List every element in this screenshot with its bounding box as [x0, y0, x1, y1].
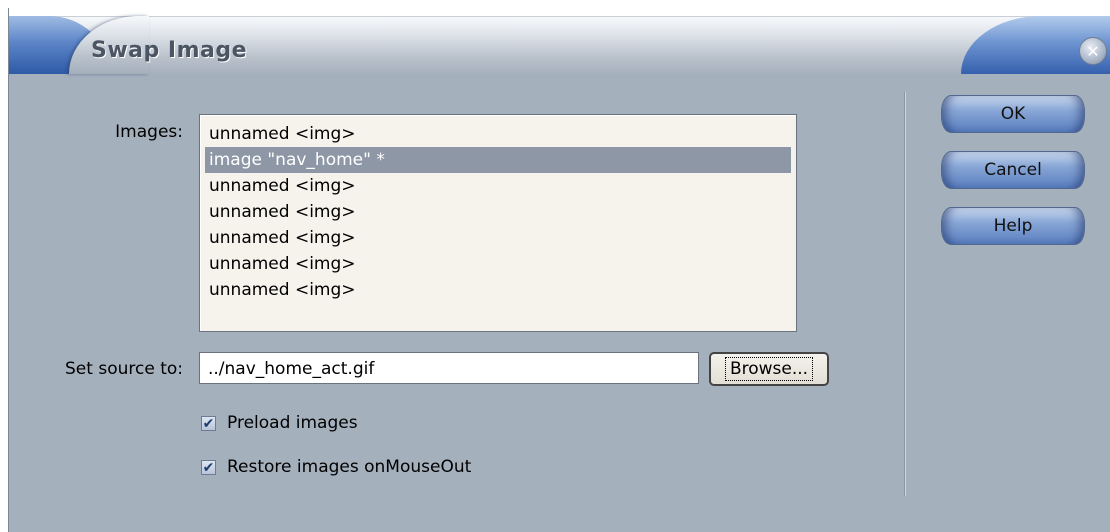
list-item[interactable]: unnamed <img>	[205, 225, 791, 251]
images-listbox[interactable]: unnamed <img> image "nav_home" * unnamed <…	[199, 114, 797, 332]
browse-button[interactable]: Browse...	[709, 352, 829, 386]
help-button[interactable]: Help	[941, 207, 1085, 245]
cancel-button[interactable]: Cancel	[941, 151, 1085, 189]
source-input[interactable]: ../nav_home_act.gif	[199, 352, 699, 384]
list-item[interactable]: unnamed <img>	[205, 277, 791, 303]
preload-checkbox[interactable]: ✔	[201, 416, 216, 431]
images-label: Images:	[115, 122, 183, 142]
close-icon[interactable]: ✕	[1079, 37, 1107, 65]
checkmark-icon: ✔	[202, 459, 215, 476]
list-item[interactable]: unnamed <img>	[205, 251, 791, 277]
dialog-title: Swap Image	[91, 38, 248, 63]
list-item[interactable]: unnamed <img>	[205, 173, 791, 199]
restore-checkbox[interactable]: ✔	[201, 460, 216, 475]
list-item[interactable]: unnamed <img>	[205, 199, 791, 225]
ok-button[interactable]: OK	[941, 95, 1085, 133]
source-label: Set source to:	[65, 359, 183, 379]
preload-label[interactable]: Preload images	[227, 413, 358, 433]
restore-label[interactable]: Restore images onMouseOut	[227, 457, 471, 477]
swap-image-dialog: Swap Image ✕ Images: unnamed <img> image …	[8, 8, 1110, 532]
checkmark-icon: ✔	[202, 415, 215, 432]
vertical-divider	[904, 92, 906, 496]
browse-button-label: Browse...	[724, 357, 814, 381]
list-item[interactable]: unnamed <img>	[205, 121, 791, 147]
title-bar[interactable]: Swap Image ✕	[9, 8, 1110, 75]
images-list: unnamed <img> image "nav_home" * unnamed <…	[205, 121, 791, 303]
list-item[interactable]: image "nav_home" *	[205, 147, 791, 173]
